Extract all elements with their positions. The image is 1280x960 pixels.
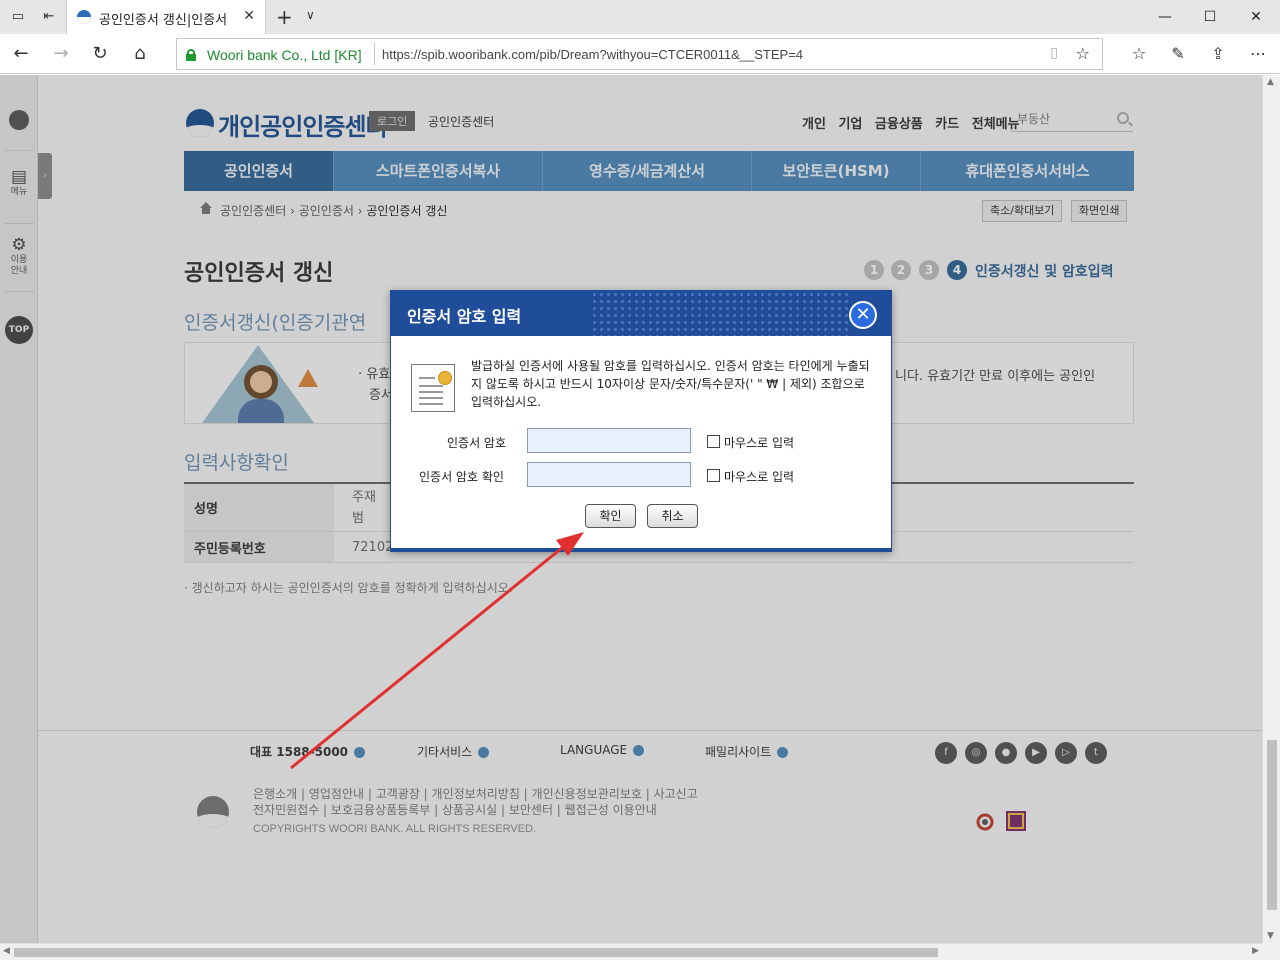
window-close-icon[interactable]: ✕ [1241,6,1271,28]
password-input[interactable] [527,428,691,453]
dialog-title: 인증서 암호 입력 [407,307,522,326]
forward-icon[interactable]: → [50,43,72,65]
dialog-header: 인증서 암호 입력 ✕ [391,291,891,336]
favorites-hub-icon[interactable]: ☆ [1128,43,1150,65]
tab-list-chevron-icon[interactable]: ∨ [306,8,315,22]
active-tab[interactable]: 공인인증서 갱신|인증서 ✕ [66,0,266,34]
share-icon[interactable]: ⇪ [1207,43,1229,65]
mouse-input-confirm-checkbox[interactable] [707,469,720,482]
mouse-input-confirm-label[interactable]: 마우스로 입력 [724,468,794,485]
scroll-up-icon[interactable]: ▲ [1267,77,1274,87]
horizontal-scrollbar[interactable]: ◀ ▶ [0,943,1262,960]
certificate-icon [411,364,455,412]
mouse-input-checkbox[interactable] [707,435,720,448]
close-tab-icon[interactable]: ✕ [243,8,255,24]
lock-icon [186,49,196,61]
scroll-right-icon[interactable]: ▶ [1252,946,1259,956]
vertical-scrollbar[interactable]: ▲ ▼ [1262,75,1280,943]
more-menu-icon[interactable]: ⋯ [1247,43,1269,65]
ok-button[interactable]: 확인 [585,504,636,528]
site-identity[interactable]: Woori bank Co., Ltd [KR] [207,47,362,63]
tab-preview-icon[interactable]: ▭ [9,8,27,26]
password-label: 인증서 암호 [447,436,507,450]
scroll-thumb[interactable] [14,948,938,957]
refresh-icon[interactable]: ↻ [89,43,111,65]
set-aside-tabs-icon[interactable]: ⇤ [40,8,58,26]
password-confirm-label: 인증서 암호 확인 [419,470,504,484]
address-bar: ← → ↻ ⌂ Woori bank Co., Ltd [KR] https:/… [0,34,1280,74]
password-dialog: 인증서 암호 입력 ✕ 발급하실 인증서에 사용될 암호를 입력하십시오. 인증… [390,290,892,552]
url-text[interactable]: https://spib.wooribank.com/pib/Dream?wit… [382,47,803,62]
close-icon[interactable]: ✕ [849,301,877,329]
maximize-icon[interactable]: ☐ [1195,6,1225,28]
new-tab-icon[interactable]: + [276,5,293,29]
mouse-input-label[interactable]: 마우스로 입력 [724,434,794,451]
url-field[interactable]: Woori bank Co., Ltd [KR] https://spib.wo… [176,38,1103,70]
back-icon[interactable]: ← [10,43,32,65]
minimize-icon[interactable]: — [1150,6,1180,28]
scroll-thumb[interactable] [1267,740,1277,910]
password-confirm-input[interactable] [527,462,691,487]
scroll-left-icon[interactable]: ◀ [3,946,10,956]
favorite-star-icon[interactable]: ☆ [1076,44,1090,63]
cancel-button[interactable]: 취소 [647,504,698,528]
tab-title: 공인인증서 갱신|인증서 [99,13,228,28]
woori-favicon-icon [77,10,91,24]
tab-bar: ▭ ⇤ 공인인증서 갱신|인증서 ✕ + ∨ — ☐ ✕ [0,0,1280,34]
reading-view-icon[interactable]: ▯ [1050,45,1058,61]
dialog-message: 발급하실 인증서에 사용될 암호를 입력하십시오. 인증서 암호는 타인에게 누… [471,359,870,409]
scroll-down-icon[interactable]: ▼ [1267,931,1274,941]
home-icon[interactable]: ⌂ [129,43,151,65]
pen-icon[interactable]: ✎ [1167,43,1189,65]
